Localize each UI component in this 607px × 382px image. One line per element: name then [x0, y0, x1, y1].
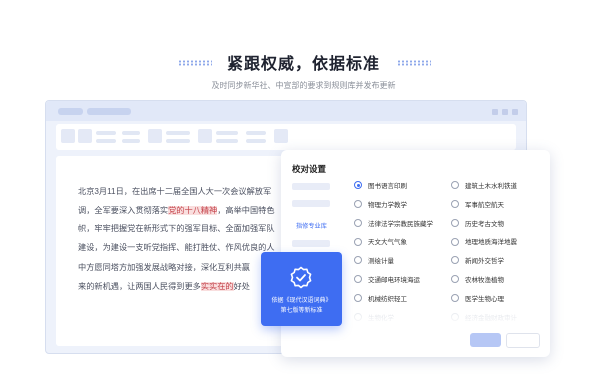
option-label: 测绘计量	[368, 258, 394, 266]
option-label: 地理地质海洋地震	[465, 239, 517, 247]
toolbar-button[interactable]	[198, 129, 212, 143]
toolbar-label	[166, 139, 190, 143]
toolbar-label	[122, 131, 140, 135]
badge-text: 依据《现代汉语词典》 第七版等新标准	[263, 296, 340, 316]
radio-icon[interactable]	[354, 181, 362, 190]
option-item[interactable]: 测绘计量	[354, 256, 394, 268]
option-item[interactable]: 物理力学教学	[354, 200, 407, 212]
window-tab	[58, 108, 83, 115]
doc-text: ，高举中国特色	[217, 205, 275, 215]
option-item[interactable]: 地理地质海洋地震	[451, 237, 517, 249]
standard-badge: 依据《现代汉语词典》 第七版等新标准	[261, 252, 342, 326]
cancel-button[interactable]	[506, 333, 540, 348]
option-label: 机械纺织轻工	[368, 295, 407, 303]
option-label: 历史考古文物	[465, 220, 504, 228]
option-label: 天文大气气象	[368, 239, 407, 247]
sidebar-item-selected[interactable]: 指修专业库	[292, 220, 336, 234]
option-label: 图书语言印刷	[368, 183, 407, 190]
toolbar-label	[96, 131, 116, 135]
option-label: 建筑土木水利铁道	[465, 183, 517, 190]
radio-icon[interactable]	[451, 218, 459, 227]
option-label: 法律法学宗教民族藏学	[368, 220, 433, 228]
option-item[interactable]: 图书语言印刷	[354, 181, 407, 193]
confirm-button[interactable]	[470, 333, 501, 347]
editor-toolbar	[56, 124, 516, 150]
doc-text: 调，全军要深入贯彻落实	[78, 205, 169, 215]
toolbar-label	[96, 139, 116, 143]
list-fade	[351, 305, 541, 327]
option-item[interactable]: 法律法学宗教民族藏学	[354, 218, 433, 231]
toolbar-button[interactable]	[148, 129, 162, 143]
radio-icon[interactable]	[451, 181, 459, 190]
close-icon[interactable]	[512, 109, 518, 115]
option-label: 物理力学教学	[368, 201, 407, 209]
option-item[interactable]: 农林牧渔植物	[451, 275, 504, 287]
sidebar-item[interactable]	[292, 240, 330, 247]
toolbar-label	[166, 131, 190, 135]
option-item[interactable]: 军事航空航天	[451, 200, 504, 212]
radio-icon[interactable]	[451, 256, 459, 265]
radio-icon[interactable]	[354, 256, 362, 265]
toolbar-label	[122, 139, 140, 143]
option-item[interactable]: 历史考古文物	[451, 218, 504, 231]
toolbar-label	[216, 131, 238, 135]
toolbar-label	[246, 139, 266, 143]
title-dots-right	[397, 60, 431, 66]
hero-subtitle: 及时同步新华社、中宣部的要求到规则库并发布更新	[211, 81, 396, 90]
toolbar-label	[246, 131, 266, 135]
radio-icon[interactable]	[354, 275, 362, 284]
radio-icon[interactable]	[354, 218, 362, 227]
toolbar-button[interactable]	[78, 129, 92, 143]
radio-icon[interactable]	[451, 294, 459, 303]
option-item[interactable]: 天文大气气象	[354, 237, 407, 249]
option-item[interactable]: 机械纺织轻工	[354, 294, 407, 306]
error-highlight[interactable]: 实实在的	[200, 281, 234, 291]
minimize-icon[interactable]	[492, 109, 498, 115]
badge-line: 第七版等新标准	[280, 308, 323, 314]
window-title-bar	[46, 101, 526, 121]
panel-title: 校对设置	[292, 164, 327, 174]
option-item[interactable]: 新闻外交哲学	[451, 256, 504, 268]
sidebar-item[interactable]	[292, 200, 330, 207]
option-item[interactable]: 交通邮电环境海运	[354, 275, 420, 287]
option-item[interactable]: 建筑土木水利铁道	[451, 181, 517, 193]
radio-icon[interactable]	[451, 237, 459, 246]
verified-shield-icon	[290, 266, 312, 289]
toolbar-button[interactable]	[61, 129, 75, 143]
option-item[interactable]: 医学生物心理	[451, 294, 504, 306]
maximize-icon[interactable]	[502, 109, 508, 115]
radio-icon[interactable]	[451, 200, 459, 209]
radio-icon[interactable]	[451, 275, 459, 284]
toolbar-label	[216, 139, 238, 143]
sidebar-item[interactable]	[292, 183, 330, 190]
option-label: 新闻外交哲学	[465, 258, 504, 266]
hero-title: 紧跟权威，依据标准	[226, 56, 380, 73]
radio-icon[interactable]	[354, 294, 362, 303]
window-tab	[87, 108, 131, 115]
radio-icon[interactable]	[354, 200, 362, 209]
error-highlight[interactable]: 党的十八精神	[168, 205, 218, 215]
option-label: 农林牧渔植物	[465, 277, 504, 284]
radio-icon[interactable]	[354, 237, 362, 246]
option-label: 医学生物心理	[465, 295, 504, 303]
doc-text: 来的新机遇，让两国人民得到更多	[78, 281, 201, 291]
badge-line: 依据《现代汉语词典》	[271, 298, 332, 304]
toolbar-button[interactable]	[274, 129, 288, 143]
option-label: 交通邮电环境海运	[368, 277, 420, 284]
doc-text: 好处	[233, 281, 250, 291]
option-label: 军事航空航天	[465, 201, 504, 209]
